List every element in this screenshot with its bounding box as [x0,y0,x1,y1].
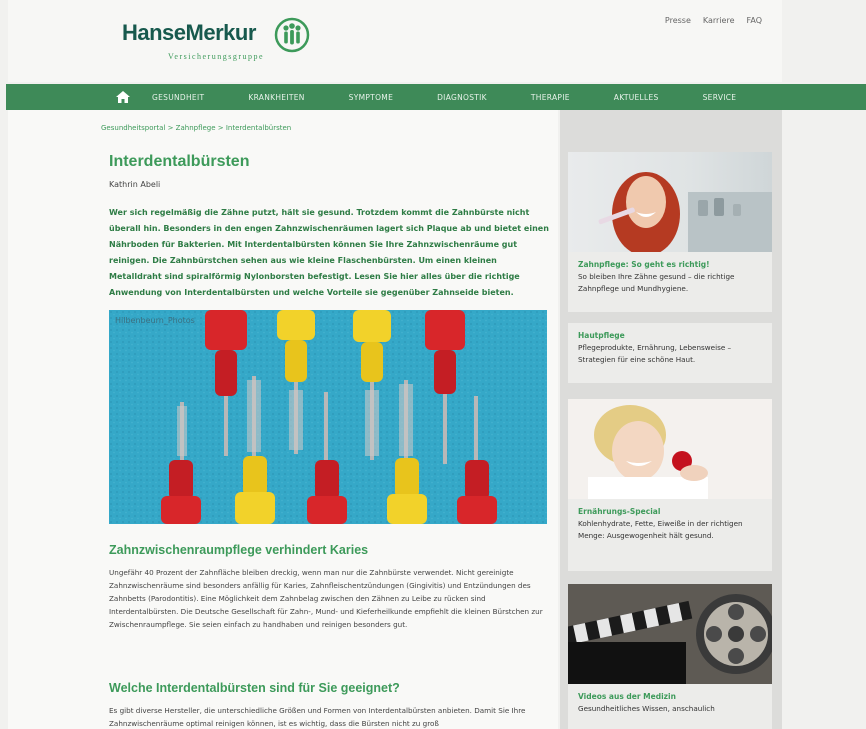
meta-link-karriere[interactable]: Karriere [703,16,735,25]
sidebar-card-ernaehrung[interactable]: Ernährungs-Special Kohlenhydrate, Fette,… [568,399,772,571]
sidebar-card-zahnpflege[interactable]: Zahnpflege: So geht es richtig! So bleib… [568,152,772,312]
intro-paragraph: Wer sich regelmäßig die Zähne putzt, häl… [109,208,549,297]
logo-wordmark[interactable]: HanseMerkur [122,20,256,46]
logo-figures-icon[interactable] [274,17,310,53]
section-text-karies: Ungefähr 40 Prozent der Zahnfläche bleib… [109,568,543,629]
nav-item-diagnostik[interactable]: DIAGNOSTIK [437,93,487,102]
nav-item-krankheiten[interactable]: KRANKHEITEN [248,93,304,102]
breadcrumb[interactable]: Gesundheitsportal > Zahnpflege > Interde… [101,124,291,132]
card-text-zahnpflege: So bleiben Ihre Zähne gesund – die richt… [578,272,735,293]
card-title-ernaehrung[interactable]: Ernährungs-Special [568,499,772,518]
nav-item-aktuelles[interactable]: AKTUELLES [614,93,659,102]
image-credit: Hilbenbeurn_Photos [115,316,195,325]
teaser-image-smiling-woman [568,152,772,252]
section-heading-karies: Zahnzwischenraumpflege verhindert Karies [109,543,369,557]
author-name: Kathrin Abeli [109,180,161,189]
card-title-videos[interactable]: Videos aus der Medizin [568,684,772,703]
meta-link-presse[interactable]: Presse [665,16,691,25]
site-header: HanseMerkur Versicherungsgruppe Presse K… [8,0,782,82]
woman-apple-illustration [588,405,708,499]
section-heading-geeignet: Welche Interdentalbürsten sind für Sie g… [109,681,400,695]
card-title-hautpflege[interactable]: Hautpflege [568,323,772,342]
sidebar-card-videos[interactable]: Videos aus der Medizin Gesundheitliches … [568,584,772,729]
logo-tagline: Versicherungsgruppe [168,52,265,61]
main-navigation: GESUNDHEIT KRANKHEITEN SYMPTOME DIAGNOST… [6,84,866,110]
nav-item-symptome[interactable]: SYMPTOME [349,93,393,102]
nav-item-service[interactable]: SERVICE [703,93,737,102]
teaser-image-film-reel [568,584,772,684]
card-text-hautpflege: Pflegeprodukte, Ernährung, Lebensweise –… [578,343,732,364]
page: HanseMerkur Versicherungsgruppe Presse K… [0,0,866,729]
meta-navigation: Presse Karriere FAQ [665,16,762,25]
home-icon[interactable] [116,91,130,103]
sidebar-card-hautpflege[interactable]: Hautpflege Pflegeprodukte, Ernährung, Le… [568,323,772,383]
nav-item-gesundheit[interactable]: GESUNDHEIT [152,93,204,102]
woman-toothbrush-illustration [598,172,772,252]
nav-item-therapie[interactable]: THERAPIE [531,93,570,102]
hero-image-interdental-brushes: Hilbenbeurn_Photos [109,310,547,524]
card-text-ernaehrung: Kohlenhydrate, Fette, Eiweiße in der ric… [578,519,743,540]
interdental-brushes-illustration [109,310,547,524]
card-text-videos: Gesundheitliches Wissen, anschaulich [578,704,715,713]
section-text-geeignet: Es gibt diverse Hersteller, die untersch… [109,706,526,728]
teaser-image-woman-apple [568,399,772,499]
meta-link-faq[interactable]: FAQ [747,16,763,25]
film-clapper-reel-illustration [568,584,772,684]
card-title-zahnpflege[interactable]: Zahnpflege: So geht es richtig! [568,252,772,271]
page-title: Interdentalbürsten [109,153,250,170]
